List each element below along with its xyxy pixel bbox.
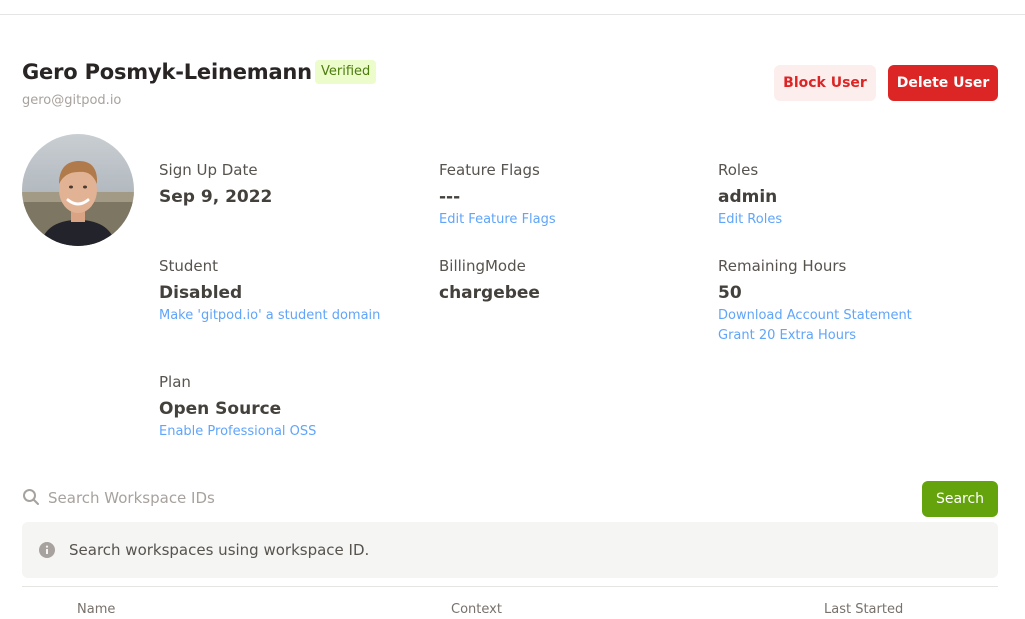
- remaining-hours-label: Remaining Hours: [718, 257, 847, 275]
- column-header-context[interactable]: Context: [451, 602, 502, 617]
- signup-date-field: Sign Up Date Sep 9, 2022: [159, 160, 272, 208]
- billing-mode-label: BillingMode: [439, 257, 526, 275]
- feature-flags-label: Feature Flags: [439, 161, 540, 179]
- download-account-statement-link[interactable]: Download Account Statement: [718, 307, 912, 324]
- student-value: Disabled: [159, 283, 243, 303]
- signup-date-value: Sep 9, 2022: [159, 187, 273, 207]
- enable-professional-oss-link[interactable]: Enable Professional OSS: [159, 423, 316, 440]
- edit-feature-flags-link[interactable]: Edit Feature Flags: [439, 211, 556, 228]
- info-icon: [39, 542, 55, 558]
- column-header-last-started[interactable]: Last Started: [824, 602, 903, 617]
- plan-value: Open Source: [159, 399, 282, 419]
- roles-field: Roles admin Edit Roles: [718, 160, 782, 228]
- avatar: [22, 134, 134, 246]
- user-name: Gero Posmyk-Leinemann: [22, 60, 312, 84]
- delete-user-button[interactable]: Delete User: [888, 65, 998, 101]
- column-header-name[interactable]: Name: [77, 602, 115, 617]
- student-label: Student: [159, 257, 219, 275]
- remaining-hours-value: 50: [718, 283, 742, 303]
- billing-mode-value: chargebee: [439, 283, 540, 303]
- table-divider: [22, 586, 998, 587]
- block-user-button[interactable]: Block User: [774, 65, 876, 101]
- user-avatar-image: [22, 134, 134, 246]
- info-text: Search workspaces using workspace ID.: [69, 541, 370, 559]
- make-student-domain-link[interactable]: Make 'gitpod.io' a student domain: [159, 307, 380, 324]
- roles-value: admin: [718, 187, 778, 207]
- remaining-hours-field: Remaining Hours 50 Download Account Stat…: [718, 256, 912, 344]
- verified-badge: Verified: [315, 60, 377, 84]
- plan-field: Plan Open Source Enable Professional OSS: [159, 372, 316, 440]
- user-email: gero@gitpod.io: [22, 93, 122, 108]
- feature-flags-value: ---: [439, 187, 461, 207]
- search-workspace-input[interactable]: [44, 484, 644, 512]
- signup-date-label: Sign Up Date: [159, 161, 258, 179]
- search-icon: [22, 488, 40, 506]
- grant-extra-hours-link[interactable]: Grant 20 Extra Hours: [718, 327, 912, 344]
- billing-mode-field: BillingMode chargebee: [439, 256, 540, 304]
- feature-flags-field: Feature Flags --- Edit Feature Flags: [439, 160, 556, 228]
- search-button[interactable]: Search: [922, 481, 998, 517]
- student-field: Student Disabled Make 'gitpod.io' a stud…: [159, 256, 380, 324]
- edit-roles-link[interactable]: Edit Roles: [718, 211, 782, 228]
- roles-label: Roles: [718, 161, 759, 179]
- plan-label: Plan: [159, 373, 191, 391]
- top-divider: [0, 14, 1025, 15]
- info-banner: Search workspaces using workspace ID.: [22, 522, 998, 578]
